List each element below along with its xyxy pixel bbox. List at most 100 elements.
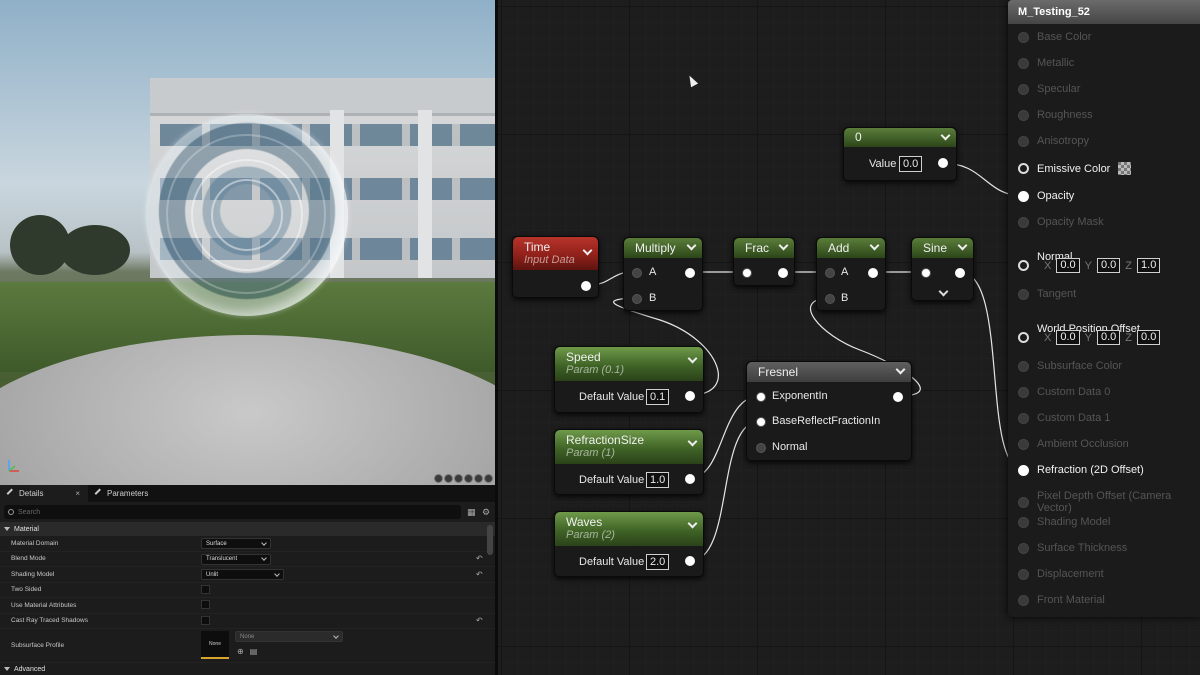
result-pin-specular[interactable]: Specular bbox=[1018, 83, 1080, 95]
input-pin[interactable] bbox=[1018, 135, 1029, 147]
node-time[interactable]: Time Input Data bbox=[512, 236, 599, 298]
result-pin-opacity-mask[interactable]: Opacity Mask bbox=[1018, 216, 1104, 228]
node-param-refractionsize[interactable]: RefractionSize Param (1) Default Value 1.… bbox=[554, 429, 704, 495]
x-input[interactable]: 0.0 bbox=[1056, 330, 1080, 345]
z-input[interactable]: 0.0 bbox=[1137, 330, 1161, 345]
result-pin-displacement[interactable]: Displacement bbox=[1018, 568, 1104, 580]
chevron-down-icon[interactable] bbox=[687, 518, 698, 529]
input-pin[interactable] bbox=[1018, 360, 1029, 372]
node-add[interactable]: Add A B bbox=[816, 237, 886, 311]
result-pin-pixel-depth-offset[interactable]: Pixel Depth Offset (Camera Vector) bbox=[1018, 490, 1200, 514]
input-pin[interactable] bbox=[1018, 83, 1029, 95]
node-header[interactable]: 0 bbox=[844, 128, 956, 147]
output-pin[interactable] bbox=[868, 268, 878, 278]
input-pin-a[interactable] bbox=[825, 268, 835, 278]
output-pin[interactable] bbox=[778, 268, 788, 278]
output-pin[interactable] bbox=[893, 392, 903, 402]
input-pin[interactable] bbox=[1018, 386, 1029, 398]
output-pin[interactable] bbox=[685, 556, 695, 566]
input-pin[interactable] bbox=[1018, 464, 1029, 476]
output-pin[interactable] bbox=[581, 281, 591, 291]
input-pin-base-reflect[interactable] bbox=[756, 417, 766, 427]
result-pin-refraction[interactable]: Refraction (2D Offset) bbox=[1018, 464, 1144, 476]
result-pin-shading-model[interactable]: Shading Model bbox=[1018, 516, 1110, 528]
chevron-down-icon[interactable] bbox=[869, 240, 880, 251]
input-pin-exponent[interactable] bbox=[756, 392, 766, 402]
result-pin-roughness[interactable]: Roughness bbox=[1018, 109, 1093, 121]
input-pin[interactable] bbox=[1018, 190, 1029, 202]
default-value-input[interactable]: 2.0 bbox=[646, 554, 670, 570]
input-pin[interactable] bbox=[1018, 57, 1029, 69]
input-pin[interactable] bbox=[1018, 260, 1029, 271]
input-pin[interactable] bbox=[1018, 594, 1029, 606]
node-header[interactable]: Frac bbox=[734, 238, 794, 258]
chevron-down-icon[interactable] bbox=[940, 130, 951, 141]
result-pin-surface-thickness[interactable]: Surface Thickness bbox=[1018, 542, 1127, 554]
result-pin-metallic[interactable]: Metallic bbox=[1018, 57, 1074, 69]
value-input[interactable]: 0.0 bbox=[899, 156, 923, 172]
input-pin[interactable] bbox=[1018, 332, 1029, 343]
node-material-result[interactable]: M_Testing_52 Base Color Metallic Specula… bbox=[1008, 0, 1200, 617]
chevron-down-icon[interactable] bbox=[686, 240, 697, 251]
result-pin-custom-data-0[interactable]: Custom Data 0 bbox=[1018, 386, 1110, 398]
node-header[interactable]: Fresnel bbox=[747, 362, 911, 382]
y-input[interactable]: 0.0 bbox=[1096, 330, 1121, 345]
input-pin[interactable] bbox=[1018, 31, 1029, 43]
input-pin[interactable] bbox=[1018, 496, 1029, 508]
input-pin[interactable] bbox=[1018, 216, 1029, 228]
output-pin[interactable] bbox=[955, 268, 965, 278]
node-sine[interactable]: Sine bbox=[911, 237, 974, 301]
output-pin[interactable] bbox=[938, 158, 948, 168]
result-pin-front-material[interactable]: Front Material bbox=[1018, 594, 1105, 606]
input-pin[interactable] bbox=[1018, 412, 1029, 424]
input-pin-b[interactable] bbox=[825, 294, 835, 304]
node-constant[interactable]: 0 Value 0.0 bbox=[843, 127, 957, 181]
result-pin-custom-data-1[interactable]: Custom Data 1 bbox=[1018, 412, 1110, 424]
result-pin-anisotropy[interactable]: Anisotropy bbox=[1018, 135, 1089, 147]
output-pin[interactable] bbox=[685, 391, 695, 401]
result-pin-ambient-occlusion[interactable]: Ambient Occlusion bbox=[1018, 438, 1129, 450]
node-header[interactable]: Time Input Data bbox=[513, 237, 598, 270]
input-pin[interactable] bbox=[1018, 288, 1029, 300]
output-pin[interactable] bbox=[685, 474, 695, 484]
input-pin[interactable] bbox=[1018, 542, 1029, 554]
node-header[interactable]: Speed Param (0.1) bbox=[555, 347, 703, 381]
input-pin[interactable] bbox=[921, 268, 931, 278]
chevron-down-icon[interactable] bbox=[687, 436, 698, 447]
chevron-down-icon[interactable] bbox=[687, 353, 698, 364]
input-pin[interactable] bbox=[1018, 568, 1029, 580]
result-pin-emissive-color[interactable]: Emissive Color bbox=[1018, 162, 1132, 175]
input-pin[interactable] bbox=[1018, 516, 1029, 528]
node-header[interactable]: Waves Param (2) bbox=[555, 512, 703, 546]
z-input[interactable]: 1.0 bbox=[1137, 258, 1161, 273]
node-frac[interactable]: Frac bbox=[733, 237, 795, 286]
input-pin[interactable] bbox=[742, 268, 752, 278]
chevron-down-icon[interactable] bbox=[895, 364, 906, 375]
input-pin-normal[interactable] bbox=[756, 443, 766, 453]
default-value-input[interactable]: 1.0 bbox=[646, 472, 670, 488]
chevron-down-icon[interactable] bbox=[957, 240, 968, 251]
input-pin-a[interactable] bbox=[632, 268, 642, 278]
node-header[interactable]: Multiply bbox=[624, 238, 702, 258]
result-pin-opacity[interactable]: Opacity bbox=[1018, 190, 1074, 202]
node-fresnel[interactable]: Fresnel ExponentIn BaseReflectFractionIn… bbox=[746, 361, 912, 461]
input-pin-b[interactable] bbox=[632, 294, 642, 304]
node-header[interactable]: M_Testing_52 bbox=[1008, 0, 1200, 24]
input-pin[interactable] bbox=[1018, 438, 1029, 450]
expand-chevron-icon[interactable] bbox=[938, 286, 949, 297]
node-param-waves[interactable]: Waves Param (2) Default Value 2.0 bbox=[554, 511, 704, 577]
node-header[interactable]: Add bbox=[817, 238, 885, 258]
output-pin[interactable] bbox=[685, 268, 695, 278]
node-param-speed[interactable]: Speed Param (0.1) Default Value 0.1 bbox=[554, 346, 704, 413]
input-pin[interactable] bbox=[1018, 109, 1029, 121]
x-input[interactable]: 0.0 bbox=[1056, 258, 1080, 273]
default-value-input[interactable]: 0.1 bbox=[646, 389, 670, 405]
input-pin[interactable] bbox=[1018, 163, 1029, 174]
node-multiply[interactable]: Multiply A B bbox=[623, 237, 703, 311]
node-header[interactable]: RefractionSize Param (1) bbox=[555, 430, 703, 464]
result-pin-subsurface-color[interactable]: Subsurface Color bbox=[1018, 360, 1122, 372]
result-pin-base-color[interactable]: Base Color bbox=[1018, 31, 1091, 43]
y-input[interactable]: 0.0 bbox=[1096, 258, 1121, 273]
chevron-down-icon[interactable] bbox=[778, 240, 789, 251]
node-header[interactable]: Sine bbox=[912, 238, 973, 258]
